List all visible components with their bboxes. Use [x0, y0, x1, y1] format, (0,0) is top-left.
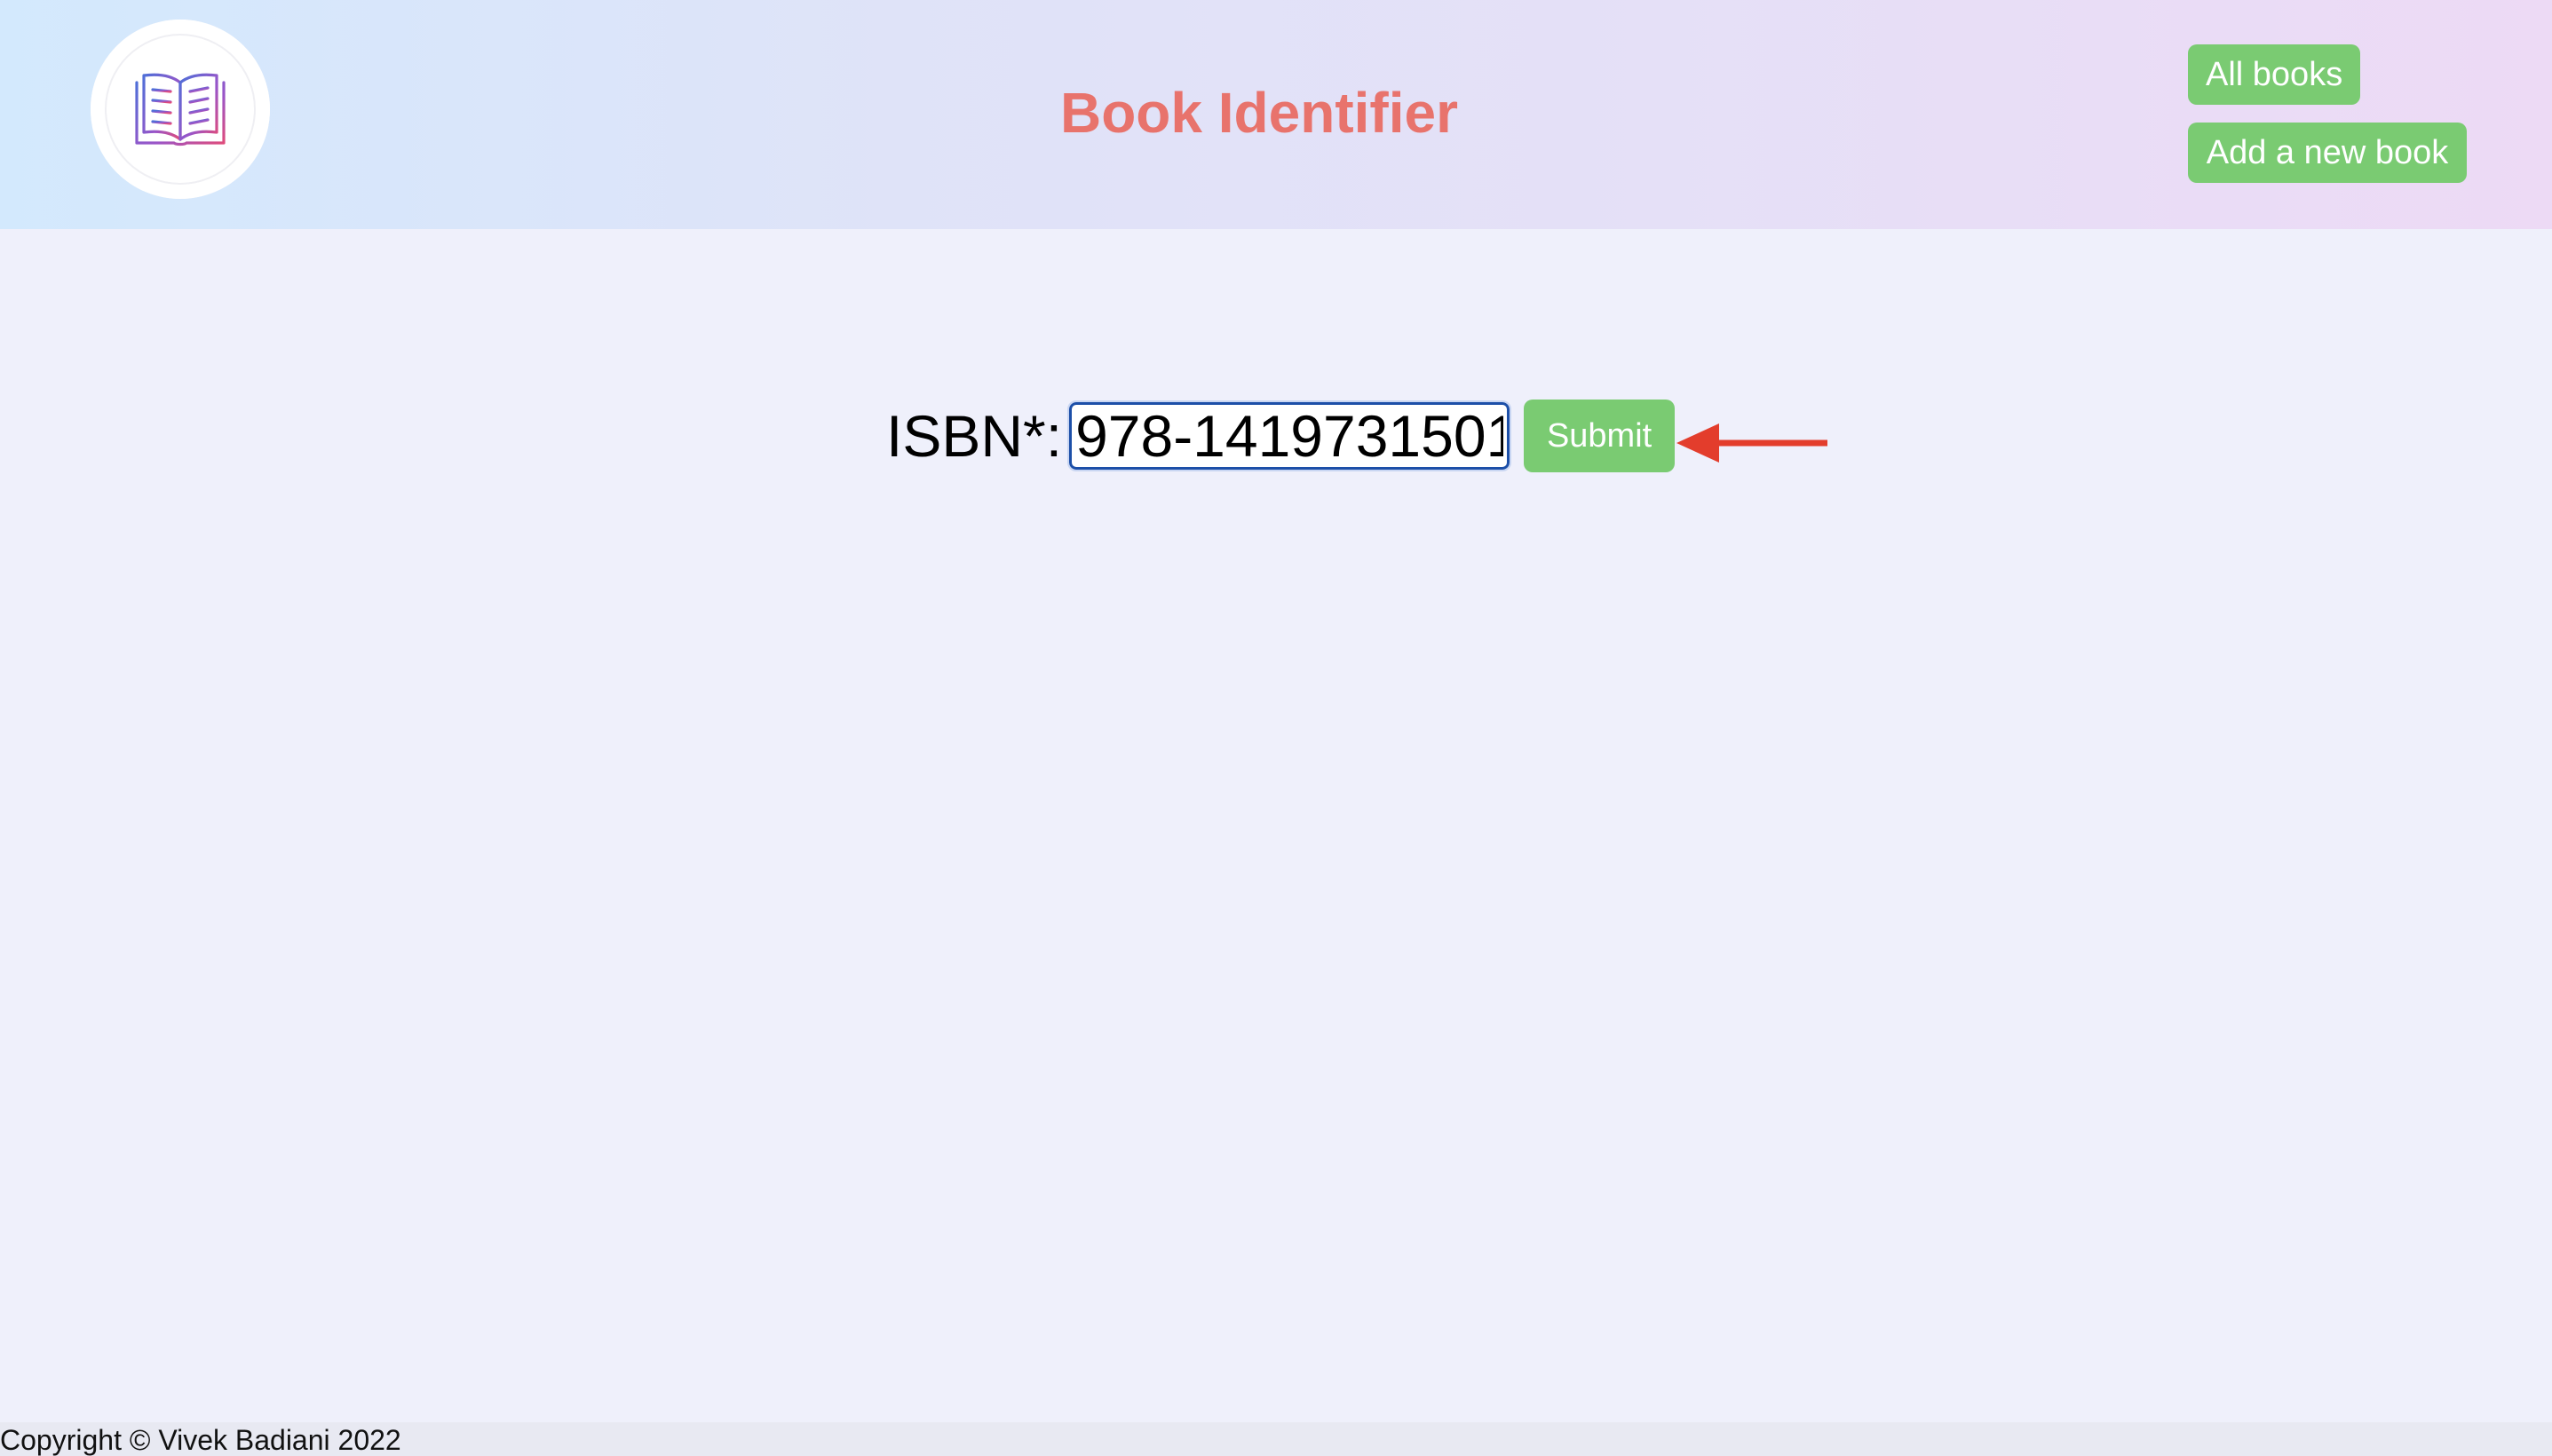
add-new-book-button[interactable]: Add a new book [2188, 123, 2467, 183]
submit-button[interactable]: Submit [1524, 400, 1676, 472]
header: Book Identifier All books Add a new book [0, 0, 2552, 229]
isbn-label: ISBN*: [886, 403, 1063, 469]
copyright-text: Copyright © Vivek Badiani 2022 [0, 1424, 401, 1456]
page: Book Identifier All books Add a new book… [0, 0, 2552, 1456]
isbn-form: ISBN*: Submit [886, 398, 1676, 474]
isbn-input[interactable] [1067, 400, 1512, 471]
all-books-button[interactable]: All books [2188, 44, 2360, 105]
page-title: Book Identifier [1059, 81, 1459, 145]
red-arrow-left-icon [1676, 423, 1827, 463]
